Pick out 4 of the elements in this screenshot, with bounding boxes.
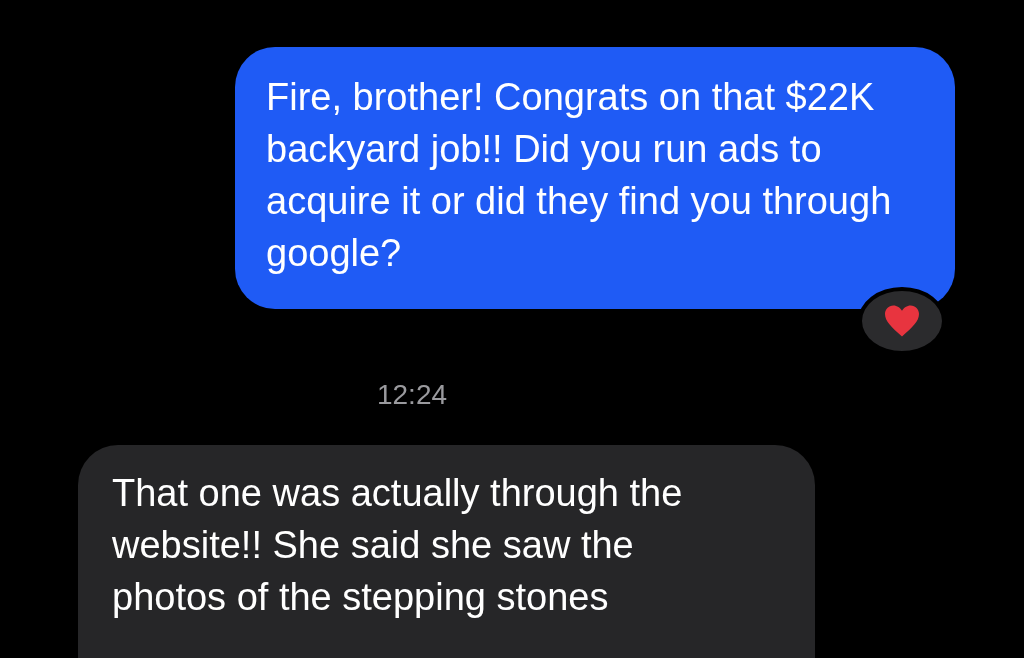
message-bubble: That one was actually through the website!! She said she saw the photos of the stepping stones (78, 445, 815, 658)
heart-icon (883, 304, 921, 338)
message-bubble: Fire, brother! Congrats on that $22K backyard job!! Did you run ads to acquire it or did they find you through google? (235, 47, 955, 309)
timestamp: 12:24 (375, 379, 449, 411)
